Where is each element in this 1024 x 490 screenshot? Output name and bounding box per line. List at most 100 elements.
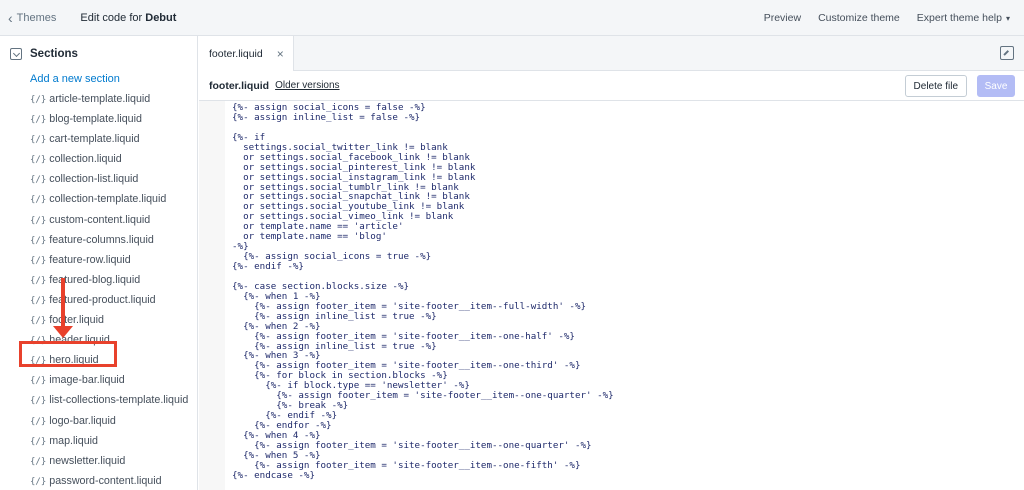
liquid-file-icon: {/}: [30, 255, 47, 266]
code-line: 38{%- endcase -%}: [199, 470, 1024, 481]
code-text: {%- endif -%}: [232, 261, 304, 272]
chevron-left-icon: ‹: [8, 9, 13, 26]
back-label: Themes: [16, 11, 57, 24]
file-item-label: newsletter.liquid: [49, 454, 126, 467]
customize-theme-link[interactable]: Customize theme: [818, 12, 900, 24]
file-item-label: feature-row.liquid: [49, 253, 131, 266]
top-actions: Preview Customize theme Expert theme hel…: [764, 0, 1010, 36]
liquid-file-icon: {/}: [30, 235, 47, 246]
code-line: 19{%- case section.blocks.size -%}: [199, 281, 1024, 292]
liquid-file-icon: {/}: [30, 316, 47, 327]
code-text: {%- assign inline_list = false -%}: [232, 111, 421, 123]
code-text: or settings.social_instagram_link != bla…: [232, 171, 476, 183]
file-item[interactable]: {/} blog-template.liquid: [0, 109, 197, 129]
line-number-gutter: [199, 101, 225, 490]
add-new-section-link[interactable]: Add a new section: [0, 69, 197, 89]
code-line: 37 {%- assign footer_item = 'site-footer…: [199, 460, 1024, 471]
file-item[interactable]: {/} featured-product.liquid: [0, 290, 197, 310]
top-bar: ‹ Themes Edit code for Debut Preview Cus…: [0, 0, 1024, 36]
annotation-highlight-box: [19, 341, 117, 367]
sections-title: Sections: [30, 48, 78, 60]
preview-link[interactable]: Preview: [764, 12, 801, 24]
liquid-file-icon: {/}: [30, 135, 47, 146]
liquid-file-icon: {/}: [30, 275, 47, 286]
liquid-file-icon: {/}: [30, 416, 47, 427]
code-line: 2{%- assign inline_list = false -%}: [199, 111, 1024, 123]
file-item[interactable]: {/} feature-row.liquid: [0, 250, 197, 270]
liquid-file-icon: {/}: [30, 376, 47, 387]
file-item[interactable]: {/} collection-list.liquid: [0, 169, 197, 189]
tab-footer-liquid[interactable]: footer.liquid ×: [199, 36, 294, 71]
liquid-file-icon: {/}: [30, 95, 47, 105]
code-area[interactable]: 1{%- assign social_icons = false -%}2{%-…: [199, 101, 1024, 490]
file-item-label: logo-bar.liquid: [49, 414, 116, 427]
editor-tabbar: footer.liquid ×: [199, 36, 1024, 71]
liquid-file-icon: {/}: [30, 295, 47, 306]
file-item-label: list-collections-template.liquid: [49, 394, 189, 407]
file-item[interactable]: {/} image-bar.liquid: [0, 370, 197, 390]
file-item[interactable]: {/} logo-bar.liquid: [0, 411, 197, 431]
file-item-label: collection.liquid: [49, 153, 122, 166]
sections-header[interactable]: Sections: [0, 36, 197, 72]
code-line: 35 {%- assign footer_item = 'site-footer…: [199, 440, 1024, 451]
code-line: 25 {%- assign inline_list = true -%}: [199, 341, 1024, 352]
close-icon[interactable]: ×: [277, 47, 284, 61]
file-item[interactable]: {/} newsletter.liquid: [0, 451, 197, 471]
liquid-file-icon: {/}: [30, 195, 47, 206]
file-toolbar: footer.liquid Older versions Delete file…: [199, 71, 1024, 101]
file-item[interactable]: {/} password-content.liquid: [0, 471, 197, 490]
file-item-label: cart-template.liquid: [49, 133, 140, 146]
liquid-file-icon: {/}: [30, 396, 47, 407]
file-item-label: collection-template.liquid: [49, 193, 167, 206]
tab-label: footer.liquid: [209, 47, 263, 60]
annotation-arrow: [61, 278, 65, 328]
file-item[interactable]: {/} cart-template.liquid: [0, 129, 197, 149]
file-item-label: map.liquid: [49, 434, 98, 447]
expert-help-menu[interactable]: Expert theme help ▾: [917, 12, 1010, 24]
liquid-file-icon: {/}: [30, 436, 47, 447]
file-item[interactable]: {/} map.liquid: [0, 431, 197, 451]
file-item[interactable]: {/} collection-template.liquid: [0, 189, 197, 209]
liquid-file-icon: {/}: [30, 175, 47, 186]
save-button[interactable]: Save: [977, 75, 1015, 97]
older-versions-link[interactable]: Older versions: [275, 80, 339, 91]
code-line: 17{%- endif -%}: [199, 262, 1024, 272]
file-item-label: featured-product.liquid: [49, 293, 156, 306]
file-item[interactable]: {/} list-collections-template.liquid: [0, 390, 197, 410]
annotation-arrow-head: [53, 326, 73, 338]
theme-name: Debut: [145, 11, 177, 24]
file-item-label: feature-columns.liquid: [49, 233, 154, 246]
code-editor: footer.liquid × footer.liquid Older vers…: [199, 36, 1024, 490]
file-item[interactable]: {/} footer.liquid: [0, 310, 197, 330]
file-list: {/} article-template.liquid {/} blog-templa…: [0, 89, 197, 490]
code-line: 8 or settings.social_instagram_link != b…: [199, 171, 1024, 183]
liquid-file-icon: {/}: [30, 456, 47, 467]
file-item-label: footer.liquid: [49, 314, 104, 327]
caret-down-icon: ▾: [1005, 14, 1010, 23]
liquid-file-icon: {/}: [30, 476, 47, 487]
file-item-label: collection-list.liquid: [49, 173, 139, 186]
expand-icon[interactable]: [1000, 46, 1014, 60]
folder-download-icon: [10, 48, 22, 60]
file-item-label: blog-template.liquid: [49, 113, 142, 126]
code-line: 14 or template.name == 'blog': [199, 232, 1024, 242]
file-item[interactable]: {/} article-template.liquid: [0, 89, 197, 109]
file-name: footer.liquid: [209, 79, 270, 92]
code-line: 22 {%- assign inline_list = true -%}: [199, 311, 1024, 322]
file-item-label: custom-content.liquid: [49, 213, 151, 226]
file-item[interactable]: {/} featured-blog.liquid: [0, 270, 197, 290]
file-sidebar: Sections Add a new section {/} article-te…: [0, 36, 198, 490]
file-item[interactable]: {/} feature-columns.liquid: [0, 230, 197, 250]
file-item-label: password-content.liquid: [49, 474, 162, 487]
code-line: 16 {%- assign social_icons = true -%}: [199, 252, 1024, 262]
back-to-themes-link[interactable]: ‹ Themes: [8, 11, 56, 25]
file-item-label: article-template.liquid: [49, 93, 151, 105]
file-item-label: image-bar.liquid: [49, 374, 125, 387]
delete-file-button[interactable]: Delete file: [904, 75, 967, 97]
code-line: 33 {%- endfor -%}: [199, 421, 1024, 431]
liquid-file-icon: {/}: [30, 155, 47, 166]
code-text: {%- assign footer_item = 'site-footer__i…: [232, 330, 575, 342]
file-item[interactable]: {/} custom-content.liquid: [0, 210, 197, 230]
file-item[interactable]: {/} collection.liquid: [0, 149, 197, 169]
code-line: 3: [199, 123, 1024, 133]
